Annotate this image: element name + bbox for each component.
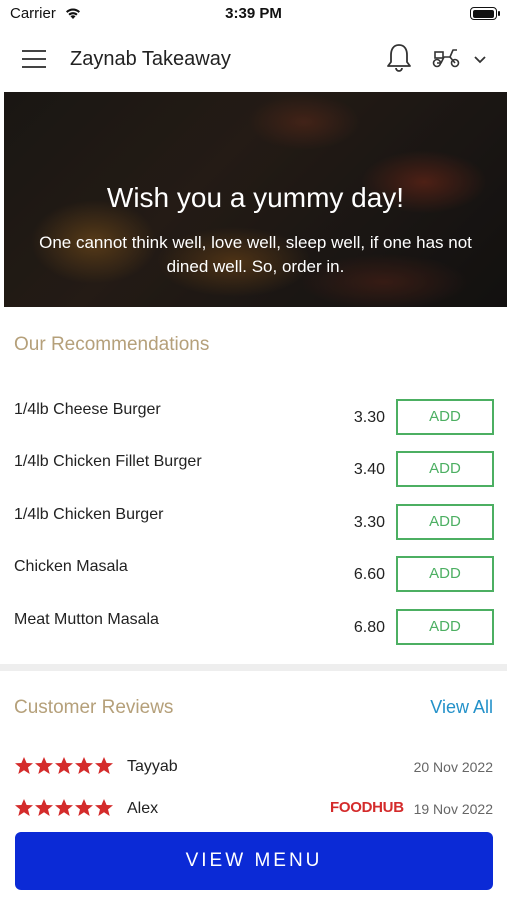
app-header: Zaynab Takeaway: [0, 28, 507, 92]
reviewer-name: Alex: [127, 800, 159, 817]
item-price: 6.60: [353, 566, 385, 583]
hero-text: One cannot think well, love well, sleep …: [39, 233, 472, 276]
review-date: 20 Nov 2022: [413, 759, 493, 775]
chevron-down-icon[interactable]: [473, 55, 487, 65]
menu-icon[interactable]: [22, 50, 46, 68]
add-button[interactable]: ADD: [396, 504, 494, 540]
restaurant-title: Zaynab Takeaway: [70, 48, 231, 70]
review-date: 19 Nov 2022: [413, 801, 493, 817]
battery-level: [472, 9, 494, 18]
recommendation-item: Meat Mutton Masala 6.80 ADD: [0, 609, 507, 661]
recommendation-item: 1/4lb Chicken Burger 3.30 ADD: [0, 504, 507, 556]
item-name: 1/4lb Chicken Burger: [14, 506, 164, 523]
add-button[interactable]: ADD: [396, 451, 494, 487]
item-price: 3.30: [353, 514, 385, 531]
hero-banner: Wish you a yummy day! One cannot think w…: [4, 92, 507, 307]
add-button[interactable]: ADD: [396, 556, 494, 592]
bell-icon[interactable]: [384, 42, 414, 74]
item-name: 1/4lb Cheese Burger: [14, 401, 161, 418]
item-name: Meat Mutton Masala: [14, 611, 159, 628]
star-rating: [14, 798, 114, 823]
recommendation-item: 1/4lb Chicken Fillet Burger 3.40 ADD: [0, 451, 507, 503]
reviewer-name: Tayyab: [127, 758, 178, 775]
item-price: 6.80: [353, 619, 385, 636]
scooter-icon[interactable]: [431, 46, 461, 70]
item-name: 1/4lb Chicken Fillet Burger: [14, 453, 202, 470]
reviews-title: Customer Reviews: [14, 697, 174, 718]
recommendation-item: 1/4lb Cheese Burger 3.30 ADD: [0, 399, 507, 451]
recommendation-item: Chicken Masala 6.60 ADD: [0, 556, 507, 608]
review-item: Alex FOODHUB 19 Nov 2022: [0, 798, 507, 822]
item-name: Chicken Masala: [14, 558, 128, 575]
stars-icon: [15, 757, 113, 774]
item-price: 3.30: [353, 409, 385, 426]
foodhub-logo: FOODHUB: [330, 799, 404, 816]
battery-icon: [470, 7, 500, 20]
add-button[interactable]: ADD: [396, 609, 494, 645]
section-divider: [0, 664, 507, 671]
star-rating: [14, 756, 114, 781]
add-button[interactable]: ADD: [396, 399, 494, 435]
status-bar: Carrier 3:39 PM: [0, 0, 507, 28]
view-all-link[interactable]: View All: [430, 697, 493, 718]
review-item: Tayyab 20 Nov 2022: [0, 756, 507, 780]
hero-title: Wish you a yummy day!: [106, 182, 405, 213]
item-price: 3.40: [353, 461, 385, 478]
stars-icon: [15, 799, 113, 816]
status-time: 3:39 PM: [225, 5, 282, 22]
recommendations-title: Our Recommendations: [14, 334, 210, 355]
view-menu-button[interactable]: VIEW MENU: [15, 832, 493, 890]
